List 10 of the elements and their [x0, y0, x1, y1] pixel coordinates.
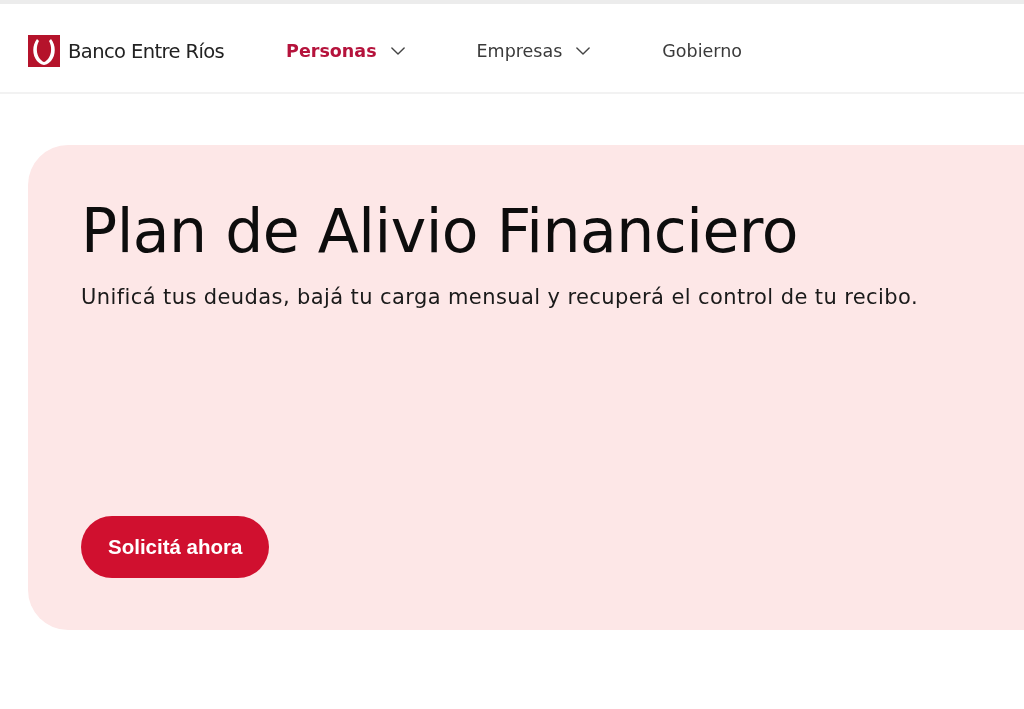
- chevron-down-icon: [576, 47, 591, 55]
- nav-menu-item[interactable]: Personas: [286, 41, 405, 61]
- chevron-down-icon: [390, 47, 405, 55]
- nav-menu-item[interactable]: Empresas: [476, 41, 591, 61]
- nav-menu-item[interactable]: Gobierno: [662, 41, 742, 61]
- hero-title: Plan de Alivio Financiero: [81, 195, 798, 267]
- brand-name[interactable]: Banco Entre Ríos: [68, 39, 225, 63]
- shield-logo-icon[interactable]: [28, 35, 60, 67]
- hero-subtitle: Unificá tus deudas, bajá tu carga mensual y recuperá el control de tu recibo.: [81, 285, 918, 309]
- apply-now-button[interactable]: Solicitá ahora: [81, 516, 270, 578]
